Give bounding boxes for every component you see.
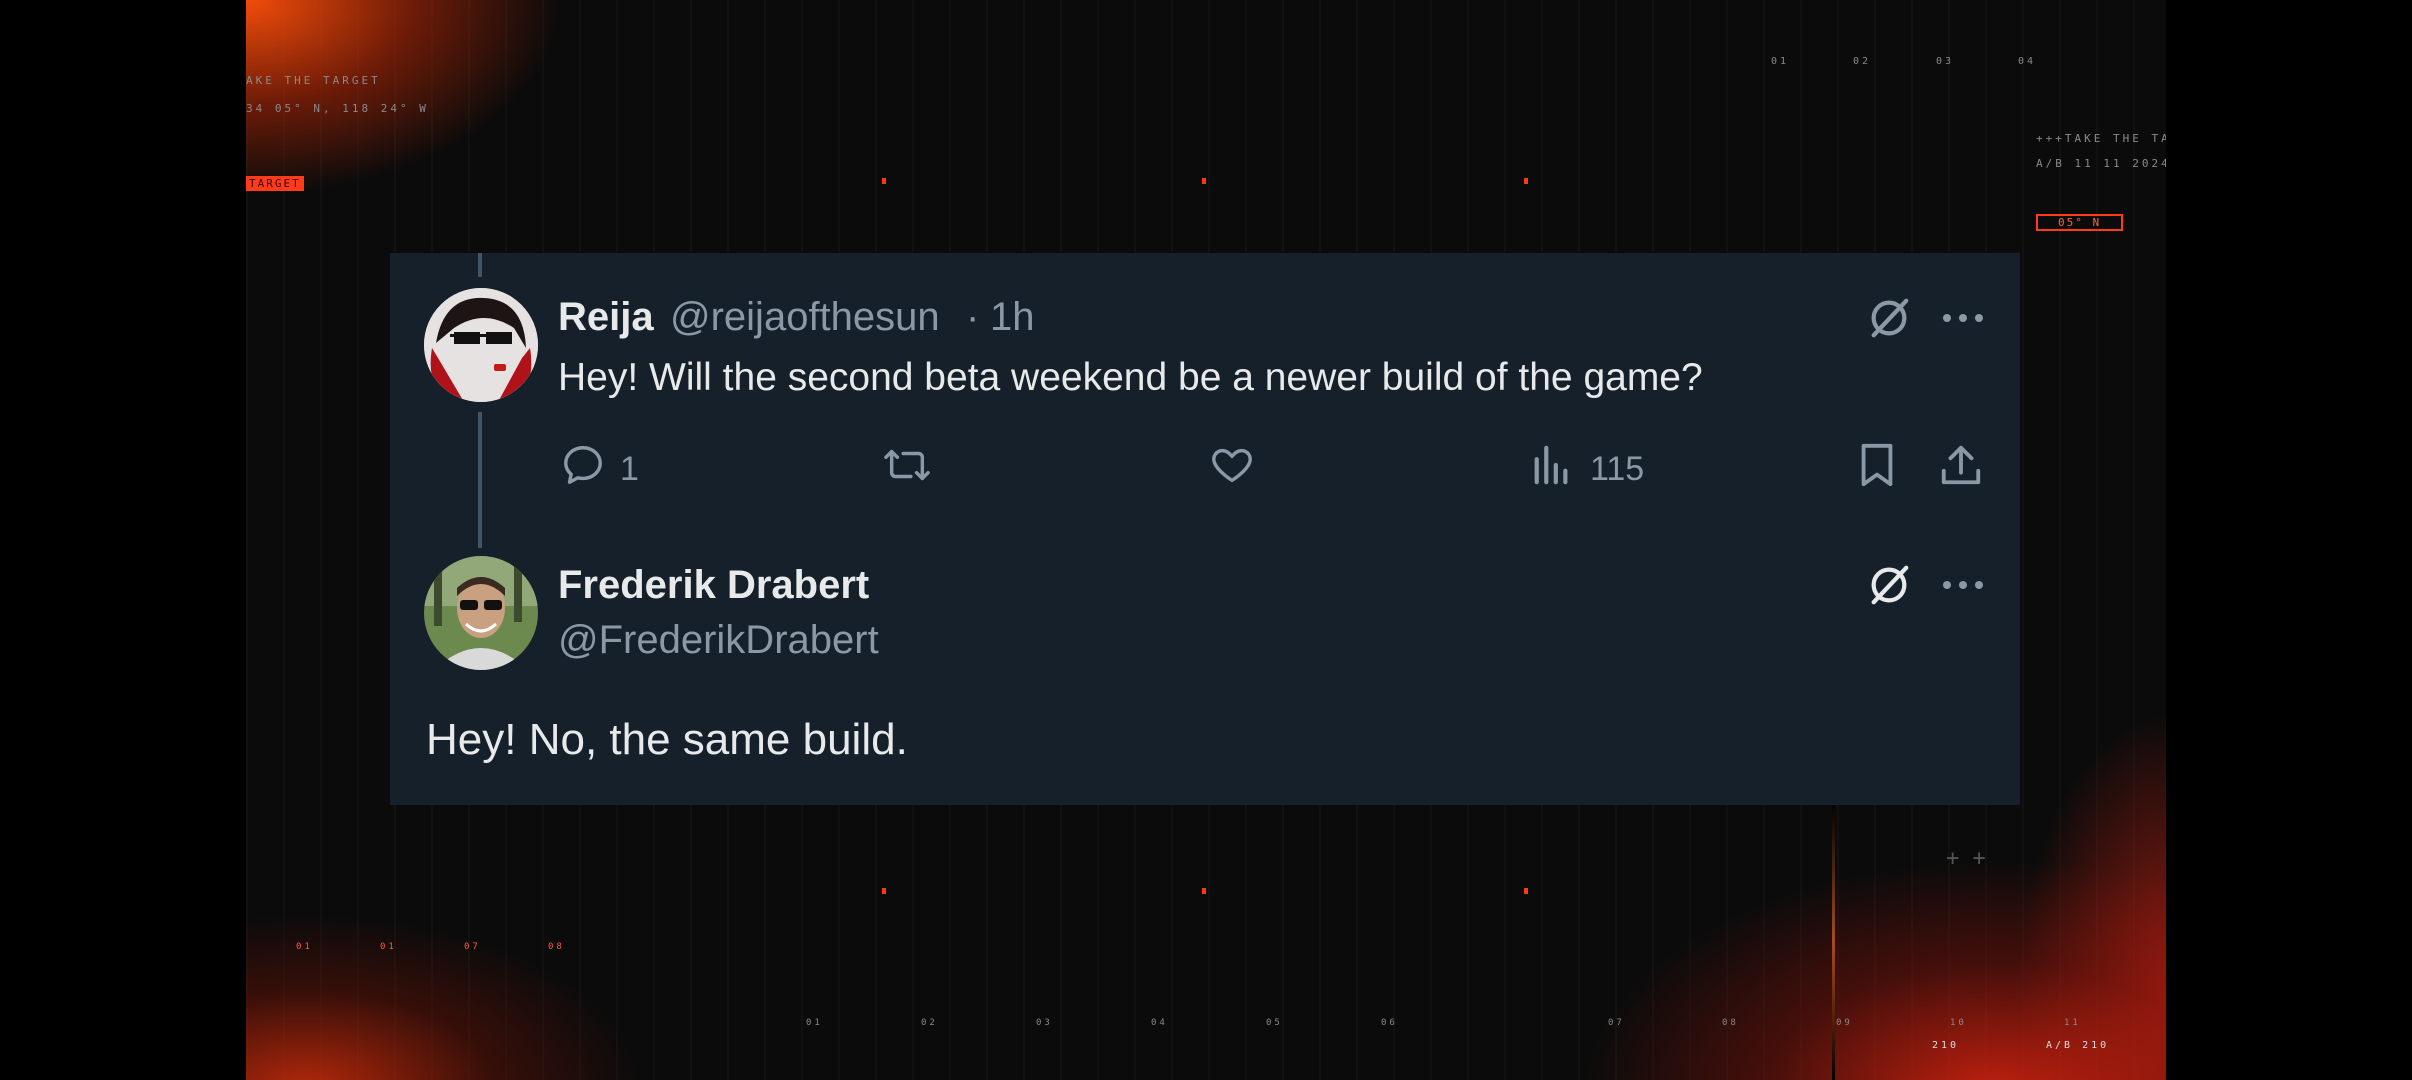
share-button[interactable] [1936, 440, 1986, 490]
grok-icon [1871, 565, 1909, 605]
views-button[interactable] [1530, 440, 1574, 490]
crosshair-icon: + + [1946, 846, 1986, 871]
hud-tick [882, 888, 886, 894]
hud-text: 07 [464, 942, 481, 952]
hud-text: 09 [1836, 1018, 1853, 1028]
more-button[interactable] [1938, 567, 1988, 603]
share-icon [1941, 445, 1981, 485]
light-streak [1832, 800, 1835, 1080]
hud-text: 04 [1151, 1018, 1168, 1028]
hud-tick [1202, 178, 1206, 184]
author-name[interactable]: Frederik Drabert [558, 563, 869, 608]
grok-icon [1871, 298, 1909, 338]
hud-text: 07 [1608, 1018, 1625, 1028]
hud-text: 06 [1381, 1018, 1398, 1028]
avatar-image [424, 556, 538, 670]
grok-button[interactable] [1864, 560, 1914, 610]
hud-tag: 05° N [2036, 214, 2124, 231]
hud-text: 10 [1950, 1018, 1967, 1028]
bookmark-icon [1861, 443, 1893, 487]
author-handle[interactable]: @reijaofthesun [670, 295, 940, 340]
hud-tick [882, 178, 886, 184]
retweet-button[interactable] [880, 440, 934, 490]
bookmark-button[interactable] [1853, 440, 1901, 490]
avatar-image [424, 288, 538, 402]
thread-line [478, 253, 482, 277]
hud-text: 01 [1771, 56, 1790, 67]
like-icon [1212, 448, 1252, 483]
reply-button[interactable] [558, 440, 608, 490]
hud-text: 34 05° N, 118 24° W [246, 102, 429, 115]
thread-line [478, 412, 482, 548]
view-count: 115 [1590, 450, 1645, 488]
hud-text: 08 [548, 942, 565, 952]
hud-text: A/B 210 [2046, 1040, 2110, 1051]
retweet-icon [884, 449, 930, 481]
hud-tick [1524, 888, 1528, 894]
hud-text: 08 [1722, 1018, 1739, 1028]
reply-count: 1 [620, 450, 639, 488]
hud-text: +++TAKE THE TA [2036, 132, 2166, 145]
hud-text: A/B 11 11 2024 [2036, 157, 2166, 170]
hud-text: 01 [806, 1018, 823, 1028]
hud-text: 05 [1266, 1018, 1283, 1028]
hud-tag: TARGET [246, 176, 304, 191]
reply-icon [564, 446, 602, 484]
hud-text: 03 [1936, 56, 1955, 67]
views-icon [1534, 445, 1568, 485]
hud-text: 210 [1932, 1040, 1960, 1051]
hud-tick [1202, 888, 1206, 894]
avatar[interactable] [424, 556, 538, 670]
author-name[interactable]: Reija [558, 295, 654, 340]
like-button[interactable] [1205, 440, 1259, 490]
hud-text: AKE THE TARGET [246, 74, 381, 87]
hud-text: 01 [380, 942, 397, 952]
hud-text: 01 [296, 942, 313, 952]
tweet-time[interactable]: 1h [990, 295, 1035, 340]
more-icon [1943, 314, 1983, 322]
more-button[interactable] [1938, 300, 1988, 336]
grok-button[interactable] [1864, 293, 1914, 343]
hud-text: 03 [1036, 1018, 1053, 1028]
reply-text: Hey! No, the same build. [426, 715, 908, 764]
tweet-text: Hey! Will the second beta weekend be a n… [558, 356, 1703, 399]
author-handle[interactable]: @FrederikDrabert [558, 618, 879, 663]
more-icon [1943, 581, 1983, 589]
hud-tick [1524, 178, 1528, 184]
separator-dot: · [966, 295, 980, 339]
hud-text: 11 [2064, 1018, 2081, 1028]
hud-text: 04 [2018, 56, 2037, 67]
avatar[interactable] [424, 288, 538, 402]
hud-text: 02 [921, 1018, 938, 1028]
hud-text: 02 [1853, 56, 1872, 67]
